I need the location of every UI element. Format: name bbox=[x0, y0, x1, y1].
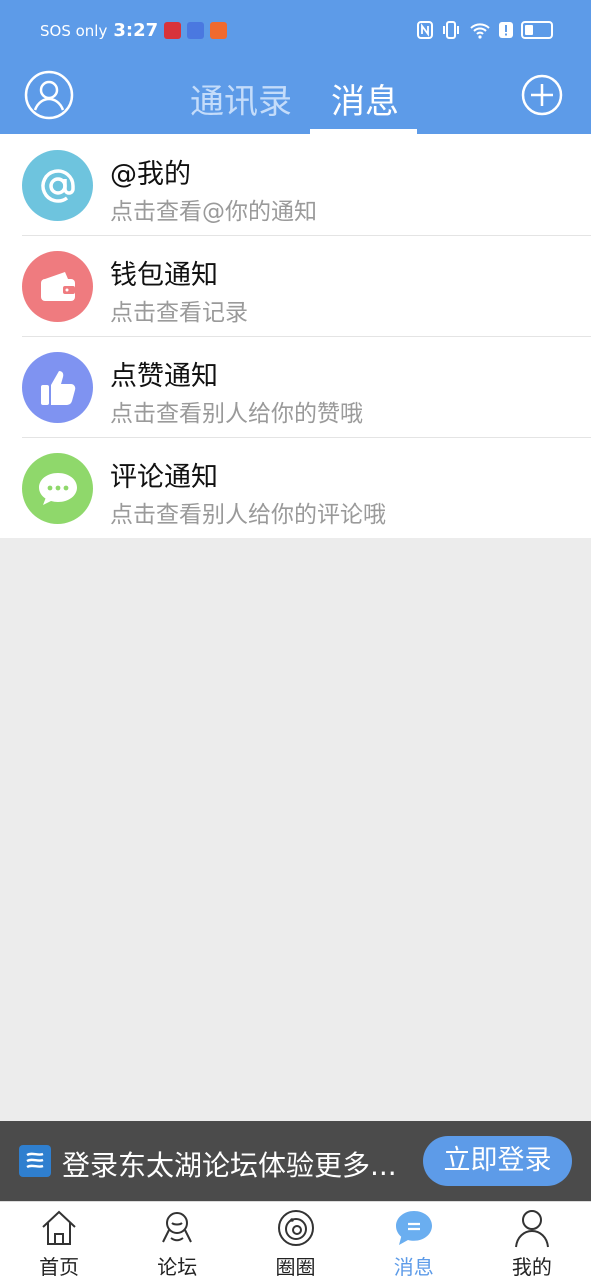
add-icon[interactable] bbox=[521, 74, 563, 116]
nav-label: 消息 bbox=[393, 1255, 434, 1279]
status-left: SOS only 3:27 bbox=[40, 20, 228, 41]
row-subtitle: 点击查看别人给你的评论哦 bbox=[110, 502, 386, 528]
nav-item-forum[interactable]: 论坛 bbox=[118, 1202, 236, 1280]
row-subtitle: 点击查看@你的通知 bbox=[110, 199, 317, 225]
profile-icon[interactable] bbox=[24, 70, 74, 120]
forum-icon bbox=[162, 1212, 193, 1243]
nav-item-me[interactable]: 我的 bbox=[473, 1202, 591, 1280]
nav-label: 我的 bbox=[511, 1255, 552, 1279]
notification-app-icon bbox=[164, 22, 182, 39]
row-title: @我的 bbox=[110, 159, 191, 190]
nav-item-messages[interactable]: 消息 bbox=[355, 1202, 473, 1280]
home-icon bbox=[42, 1210, 76, 1245]
nav-item-home[interactable]: 首页 bbox=[0, 1202, 118, 1280]
wifi-icon bbox=[470, 23, 490, 39]
notification-app-icon bbox=[187, 22, 205, 39]
message-row-mentions[interactable]: @我的 点击查看@你的通知 bbox=[0, 134, 591, 235]
clock: 3:27 bbox=[113, 20, 159, 41]
row-subtitle: 点击查看记录 bbox=[110, 300, 248, 326]
chat-bubble-icon bbox=[22, 453, 93, 524]
login-banner: 登录东太湖论坛体验更多... 立即登录 bbox=[0, 1121, 591, 1201]
thumbs-up-icon bbox=[22, 352, 93, 423]
vibrate-icon bbox=[443, 21, 459, 39]
nav-label: 首页 bbox=[39, 1255, 80, 1279]
message-icon bbox=[395, 1211, 432, 1245]
login-button[interactable]: 立即登录 bbox=[423, 1136, 572, 1186]
tab-contacts[interactable]: 通讯录 bbox=[190, 74, 292, 123]
circle-icon bbox=[277, 1210, 314, 1246]
user-icon bbox=[514, 1210, 549, 1248]
tab-messages[interactable]: 消息 bbox=[331, 74, 399, 123]
nfc-icon bbox=[417, 21, 433, 39]
wallet-icon bbox=[22, 251, 93, 322]
bottom-nav: 首页 论坛 圈圈 消息 我的 bbox=[0, 1201, 591, 1280]
row-subtitle: 点击查看别人给你的赞哦 bbox=[110, 401, 363, 427]
message-row-wallet[interactable]: 钱包通知 点击查看记录 bbox=[0, 235, 591, 336]
battery-icon bbox=[521, 21, 553, 39]
nav-label: 论坛 bbox=[157, 1255, 198, 1279]
download-icon bbox=[210, 22, 228, 39]
message-list: @我的 点击查看@你的通知 钱包通知 点击查看记录 点赞通知 点击查看别人给你的… bbox=[0, 134, 591, 538]
row-title: 点赞通知 bbox=[110, 361, 218, 392]
sos-text: SOS only bbox=[40, 21, 108, 40]
alert-icon bbox=[499, 22, 513, 38]
login-prompt-text: 登录东太湖论坛体验更多... bbox=[62, 1149, 397, 1182]
status-bar: SOS only 3:27 bbox=[0, 0, 591, 62]
nav-item-circle[interactable]: 圈圈 bbox=[236, 1202, 354, 1280]
header: 通讯录 消息 bbox=[0, 62, 591, 134]
message-row-likes[interactable]: 点赞通知 点击查看别人给你的赞哦 bbox=[0, 336, 591, 437]
at-icon bbox=[22, 150, 93, 221]
row-title: 钱包通知 bbox=[110, 260, 218, 291]
message-row-comments[interactable]: 评论通知 点击查看别人给你的评论哦 bbox=[0, 437, 591, 538]
nav-label: 圈圈 bbox=[275, 1255, 316, 1279]
status-right bbox=[417, 21, 553, 39]
forum-logo-icon bbox=[19, 1145, 51, 1177]
row-title: 评论通知 bbox=[110, 462, 218, 493]
